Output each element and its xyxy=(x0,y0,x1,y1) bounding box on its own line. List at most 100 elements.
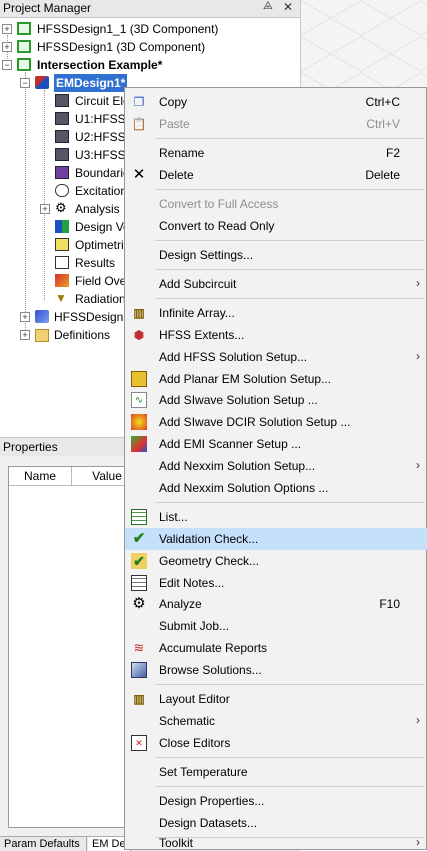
menu-item-add-planar-em[interactable]: Add Planar EM Solution Setup... xyxy=(125,368,427,390)
menu-item-set-temperature[interactable]: Set Temperature xyxy=(125,761,427,783)
menu-item-label: Add Planar EM Solution Setup... xyxy=(159,372,332,386)
pin-icon[interactable]: ⨹ xyxy=(263,0,273,13)
menu-item-hfss-extents[interactable]: ⬢ HFSS Extents... xyxy=(125,324,427,346)
menu-item-shortcut: Delete xyxy=(365,168,400,182)
menu-item-add-hfss-setup[interactable]: Add HFSS Solution Setup... › xyxy=(125,346,427,368)
expand-icon[interactable]: + xyxy=(2,24,12,34)
close-icon[interactable]: ✕ xyxy=(283,0,293,14)
menu-item-browse-solutions[interactable]: Browse Solutions... xyxy=(125,659,427,681)
menu-item-schematic[interactable]: Schematic › xyxy=(125,710,427,732)
menu-item-label: Close Editors xyxy=(159,736,231,750)
menu-separator xyxy=(155,240,424,241)
menu-item-copy[interactable]: ❐ Copy Ctrl+C xyxy=(125,91,427,113)
siwave-icon: ∿ xyxy=(131,392,147,408)
menu-item-add-siwave[interactable]: ∿ Add SIwave Solution Setup ... xyxy=(125,389,427,411)
menu-item-label: Edit Notes... xyxy=(159,576,225,590)
menu-item-convert-read-only[interactable]: Convert to Read Only xyxy=(125,215,427,237)
menu-item-toolkit[interactable]: Toolkit › xyxy=(125,835,427,850)
component-instance-icon xyxy=(55,148,69,161)
menu-item-label: Schematic xyxy=(159,714,216,728)
circuit-elements-icon xyxy=(55,94,69,107)
expand-icon[interactable]: + xyxy=(20,330,30,340)
menu-item-label: Browse Solutions... xyxy=(159,663,262,677)
component-instance-icon xyxy=(55,112,69,125)
menu-item-label: Add EMI Scanner Setup ... xyxy=(159,437,302,451)
menu-item-label: Convert to Full Access xyxy=(159,197,279,211)
tree-line xyxy=(25,72,26,334)
tree-item-label: Boundarie xyxy=(75,166,130,180)
tree-item-label: Radiation xyxy=(75,292,126,306)
tree-item-label: Results xyxy=(75,256,116,270)
hfss-design-icon xyxy=(35,310,49,323)
gear-icon: ⚙ xyxy=(55,200,67,215)
menu-item-label: Accumulate Reports xyxy=(159,641,268,655)
expand-icon[interactable]: + xyxy=(2,42,12,52)
expand-icon[interactable]: + xyxy=(20,312,30,322)
close-editors-icon: ✕ xyxy=(131,735,147,751)
field-overlays-icon xyxy=(55,274,69,287)
menu-item-close-editors[interactable]: ✕ Close Editors xyxy=(125,732,427,754)
menu-item-list[interactable]: List... xyxy=(125,506,427,528)
menu-item-label: Add SIwave DCIR Solution Setup ... xyxy=(159,415,351,429)
tree-item-hfssdesign1[interactable]: + HFSSDesign1 (3D Component) xyxy=(0,38,300,56)
menu-separator xyxy=(155,757,424,758)
emi-scanner-icon xyxy=(131,436,147,452)
menu-item-accumulate-reports[interactable]: ≋ Accumulate Reports xyxy=(125,637,427,659)
boundaries-icon xyxy=(55,166,69,179)
collapse-icon[interactable]: − xyxy=(2,60,12,70)
menu-item-analyze[interactable]: ⚙ Analyze F10 xyxy=(125,593,427,615)
tab-param-defaults[interactable]: Param Defaults xyxy=(0,837,87,851)
menu-separator xyxy=(155,786,424,787)
menu-item-add-nexxim-setup[interactable]: Add Nexxim Solution Setup... › xyxy=(125,455,427,477)
menu-item-label: List... xyxy=(159,510,188,524)
design-verify-icon xyxy=(55,220,69,233)
menu-item-design-properties[interactable]: Design Properties... xyxy=(125,790,427,812)
copy-icon: ❐ xyxy=(133,95,145,109)
submenu-arrow-icon: › xyxy=(416,835,420,849)
menu-item-label: Infinite Array... xyxy=(159,306,235,320)
menu-item-submit-job[interactable]: Submit Job... xyxy=(125,615,427,637)
menu-item-label: Copy xyxy=(159,95,188,109)
menu-item-label: Rename xyxy=(159,146,205,160)
tree-item-label: Excitation xyxy=(75,184,128,198)
menu-item-add-emi[interactable]: Add EMI Scanner Setup ... xyxy=(125,433,427,455)
menu-item-edit-notes[interactable]: Edit Notes... xyxy=(125,572,427,594)
menu-item-validation-check[interactable]: ✔ Validation Check... xyxy=(125,528,427,550)
tree-item-project[interactable]: − Intersection Example* xyxy=(0,56,300,74)
expand-icon[interactable]: + xyxy=(40,204,50,214)
menu-item-label: Submit Job... xyxy=(159,619,230,633)
menu-item-label: Analyze xyxy=(159,597,202,611)
menu-item-convert-full-access[interactable]: Convert to Full Access xyxy=(125,193,427,215)
menu-separator xyxy=(155,189,424,190)
infinite-array-icon: ▥ xyxy=(133,306,145,320)
excitations-icon xyxy=(55,184,69,197)
tree-item-hfssdesign1-1[interactable]: + HFSSDesign1_1 (3D Component) xyxy=(0,20,300,38)
menu-item-rename[interactable]: Rename F2 xyxy=(125,142,427,164)
column-header-name[interactable]: Name xyxy=(9,467,72,486)
menu-item-design-settings[interactable]: Design Settings... xyxy=(125,244,427,266)
menu-separator xyxy=(155,837,424,838)
menu-item-design-datasets[interactable]: Design Datasets... xyxy=(125,812,427,834)
em-design-icon xyxy=(35,76,49,89)
menu-item-label: Add HFSS Solution Setup... xyxy=(159,350,308,364)
tree-item-label: Definitions xyxy=(54,328,111,342)
component-instance-icon xyxy=(55,130,69,143)
menu-item-label: Add SIwave Solution Setup ... xyxy=(159,393,318,407)
context-menu: ❐ Copy Ctrl+C 📋 Paste Ctrl+V Rename F2 ✕… xyxy=(124,87,427,850)
delete-icon: ✕ xyxy=(132,166,146,183)
menu-item-delete[interactable]: ✕ Delete Delete xyxy=(125,164,427,186)
menu-separator xyxy=(155,298,424,299)
menu-item-shortcut: Ctrl+V xyxy=(366,117,400,131)
menu-item-paste[interactable]: 📋 Paste Ctrl+V xyxy=(125,113,427,135)
collapse-icon[interactable]: − xyxy=(20,78,30,88)
menu-item-add-subcircuit[interactable]: Add Subcircuit › xyxy=(125,273,427,295)
menu-item-label: Add Nexxim Solution Setup... xyxy=(159,459,316,473)
menu-item-layout-editor[interactable]: ▥ Layout Editor xyxy=(125,688,427,710)
menu-item-add-nexxim-options[interactable]: Add Nexxim Solution Options ... xyxy=(125,477,427,499)
menu-item-add-siwave-dcir[interactable]: Add SIwave DCIR Solution Setup ... xyxy=(125,411,427,433)
menu-item-geometry-check[interactable]: ✔ Geometry Check... xyxy=(125,550,427,572)
menu-item-infinite-array[interactable]: ▥ Infinite Array... xyxy=(125,302,427,324)
accumulate-reports-icon: ≋ xyxy=(133,640,145,655)
submenu-arrow-icon: › xyxy=(416,458,420,472)
tree-item-label: HFSSDesign1_1 (3D Component) xyxy=(37,22,219,36)
